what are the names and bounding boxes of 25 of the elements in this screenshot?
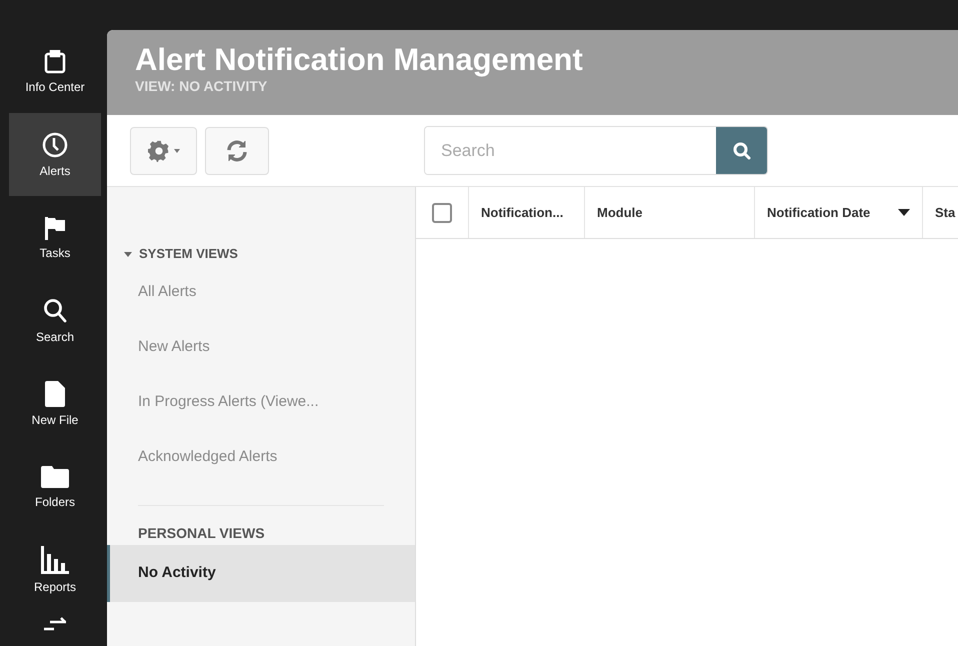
page-subtitle: VIEW: NO ACTIVITY bbox=[135, 78, 268, 94]
settings-dropdown-button[interactable] bbox=[130, 126, 197, 174]
search-icon bbox=[43, 298, 67, 324]
search-field[interactable]: Search bbox=[424, 126, 768, 175]
arrows-icon[interactable] bbox=[42, 617, 68, 631]
clock-icon bbox=[42, 132, 68, 158]
refresh-icon bbox=[225, 138, 249, 162]
file-icon bbox=[45, 380, 65, 406]
search-button[interactable] bbox=[716, 127, 767, 174]
bar-chart-icon bbox=[41, 546, 69, 574]
sort-descending-icon bbox=[898, 209, 910, 216]
page-title: Alert Notification Management bbox=[135, 42, 584, 78]
refresh-button[interactable] bbox=[205, 126, 269, 174]
flag-icon bbox=[44, 216, 66, 240]
collapse-caret-icon[interactable] bbox=[124, 252, 132, 256]
section-heading: SYSTEM VIEWS bbox=[139, 245, 238, 264]
folder-icon bbox=[41, 464, 69, 488]
caret-icon bbox=[174, 148, 180, 152]
nav-item[interactable]: Alerts bbox=[9, 113, 101, 196]
search-icon bbox=[732, 142, 750, 160]
settings-icon bbox=[148, 140, 170, 162]
clipboard-icon bbox=[44, 50, 66, 74]
view-item[interactable]: No Activity bbox=[107, 545, 415, 602]
section-heading: PERSONAL VIEWS bbox=[138, 524, 266, 543]
select-all-checkbox[interactable] bbox=[432, 202, 452, 222]
